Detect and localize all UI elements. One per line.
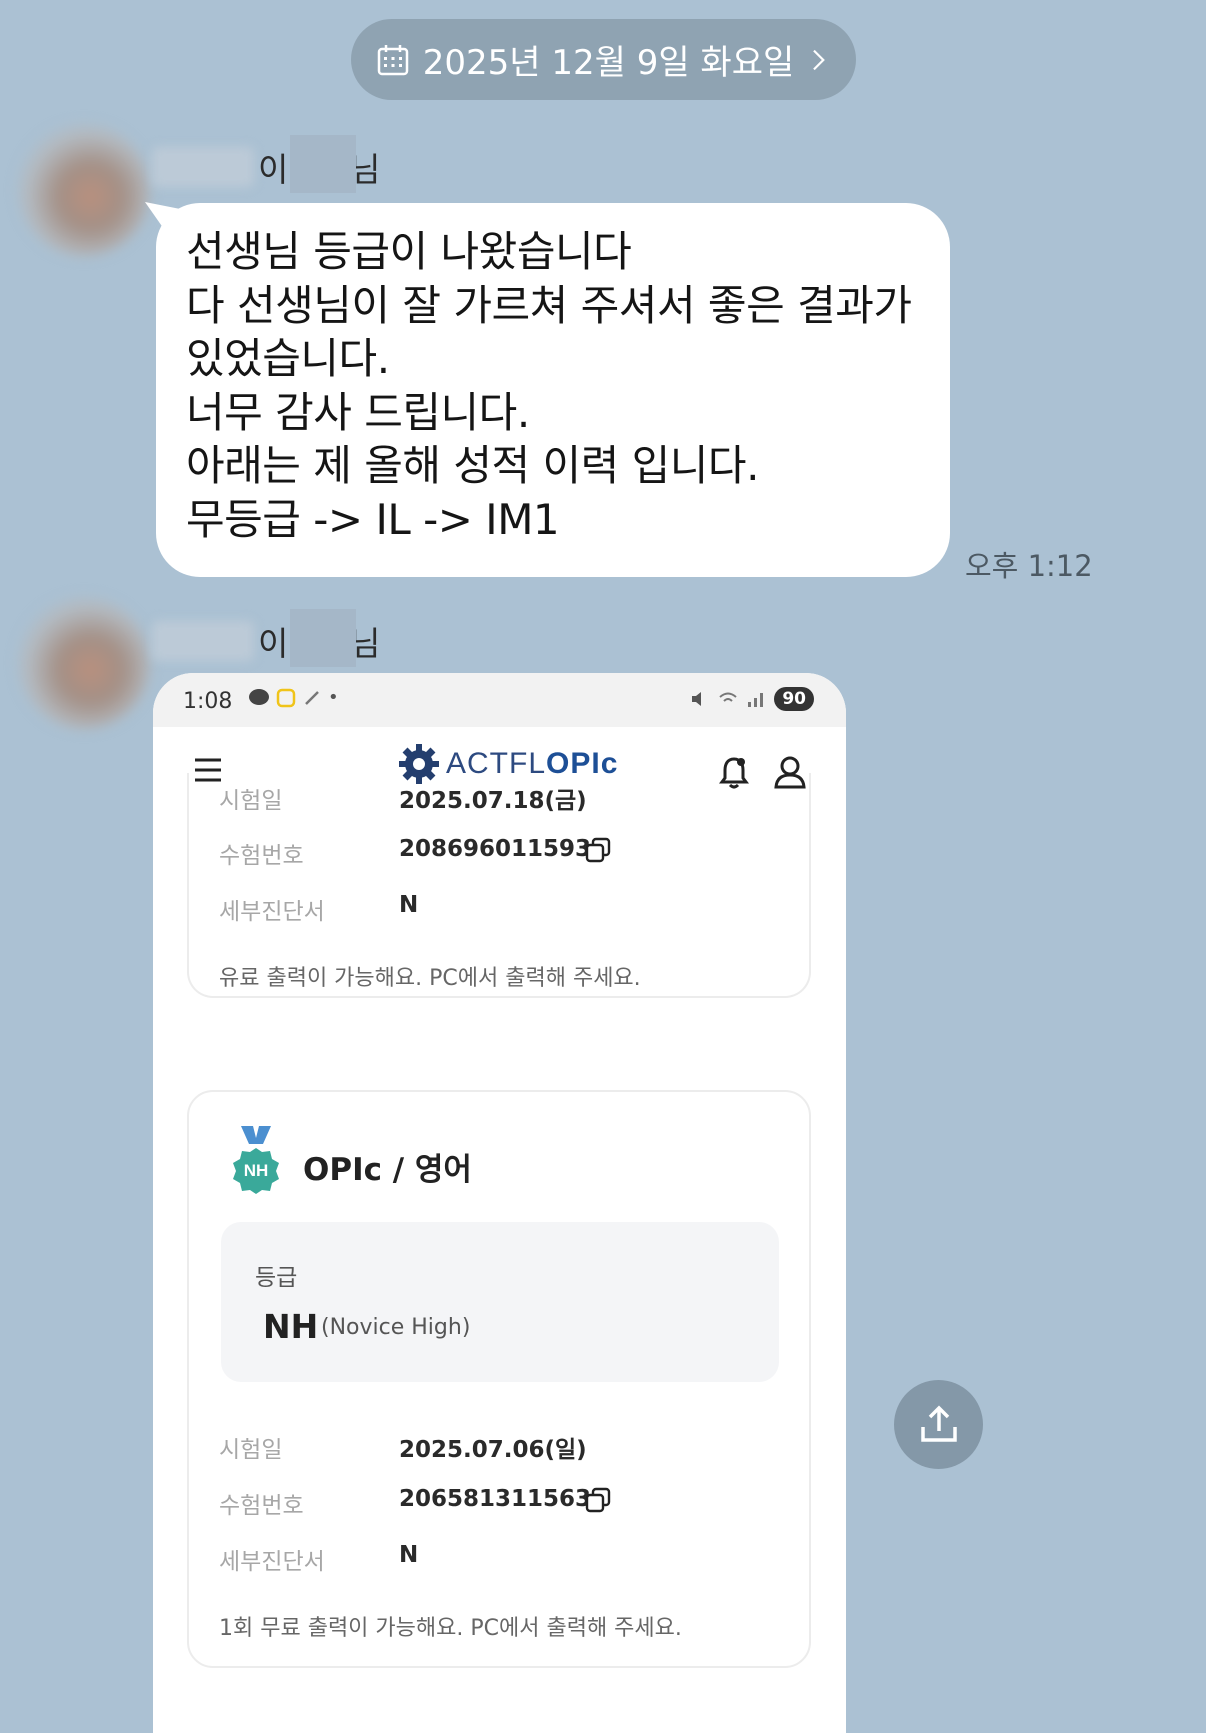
system-icons: 90	[690, 687, 814, 711]
result-card: 시험일 2025.07.18(금) 수험번호 208696011593 세부진단…	[187, 773, 811, 998]
grade-description: (Novice High)	[321, 1315, 471, 1340]
message-bubble[interactable]: 선생님 등급이 나왔습니다 다 선생님이 잘 가르쳐 주셔서 좋은 결과가 있었…	[156, 203, 950, 577]
row-label: 수험번호	[219, 843, 304, 869]
chat-icon	[249, 688, 269, 705]
name-blur	[152, 621, 254, 661]
pen-icon	[305, 690, 319, 705]
avatar[interactable]	[18, 597, 150, 729]
wifi-icon	[719, 692, 737, 702]
message-time: 오후 1:12	[965, 549, 1093, 583]
medal-icon: NH	[233, 1126, 279, 1194]
row-label: 세부진단서	[219, 899, 325, 925]
name-blur	[290, 609, 356, 667]
mute-icon	[692, 692, 702, 706]
note-icon	[276, 688, 296, 707]
message-line: 아래는 제 올해 성적 이력 입니다.	[186, 441, 759, 490]
date-label: 2025년 12월 9일 화요일	[422, 43, 795, 83]
print-note: 유료 출력이 가능해요. PC에서 출력해 주세요.	[219, 966, 641, 991]
date-divider[interactable]: 2025년 12월 9일 화요일	[351, 19, 856, 100]
battery-indicator: 90	[774, 687, 814, 711]
signal-icon	[748, 693, 764, 707]
share-button[interactable]	[894, 1380, 983, 1469]
message-line: 있었습니다.	[186, 334, 390, 383]
message-line: 무등급 -> IL -> IM1	[186, 494, 560, 544]
badge-text: NH	[244, 1161, 269, 1180]
notification-icons: •	[248, 687, 339, 708]
phone-statusbar: 1:08 • 90	[153, 673, 846, 727]
row-value: N	[399, 892, 419, 918]
print-note: 1회 무료 출력이 가능해요. PC에서 출력해 주세요.	[219, 1616, 682, 1641]
row-value: 208696011593	[399, 836, 592, 862]
row-value: 206581311563	[399, 1486, 592, 1512]
row-value: 2025.07.18(금)	[399, 788, 587, 814]
row-label: 세부진단서	[219, 1549, 325, 1575]
message-line: 다 선생님이 잘 가르쳐 주셔서 좋은 결과가	[186, 280, 912, 330]
dot-icon: •	[328, 687, 339, 708]
row-value: 2025.07.06(일)	[399, 1437, 587, 1463]
phone-clock: 1:08	[183, 689, 233, 714]
image-attachment[interactable]: 1:08 • 90 ACTFLOPIc 시험일 2025.07.18(금) 수험…	[153, 673, 846, 1733]
row-label: 시험일	[219, 788, 283, 814]
chevron-right-icon	[813, 49, 826, 70]
row-label: 수험번호	[219, 1493, 304, 1519]
grade-box: 등급 NH (Novice High)	[221, 1222, 779, 1382]
row-label: 시험일	[219, 1437, 283, 1463]
message-line: 너무 감사 드립니다.	[186, 387, 530, 437]
message-line: 선생님 등급이 나왔습니다	[186, 227, 632, 276]
avatar[interactable]	[18, 124, 150, 256]
copy-icon[interactable]	[585, 1487, 611, 1513]
result-card: NH OPIc / 영어 등급 NH (Novice High) 시험일 202…	[187, 1090, 811, 1668]
share-icon	[920, 1405, 957, 1442]
row-value: N	[399, 1542, 419, 1568]
name-blur	[152, 147, 254, 187]
calendar-icon	[377, 44, 408, 75]
card-title: OPIc / 영어	[303, 1152, 472, 1188]
copy-icon[interactable]	[585, 837, 611, 863]
grade-code: NH	[263, 1307, 319, 1346]
name-blur	[290, 135, 356, 193]
grade-label: 등급	[255, 1265, 298, 1291]
